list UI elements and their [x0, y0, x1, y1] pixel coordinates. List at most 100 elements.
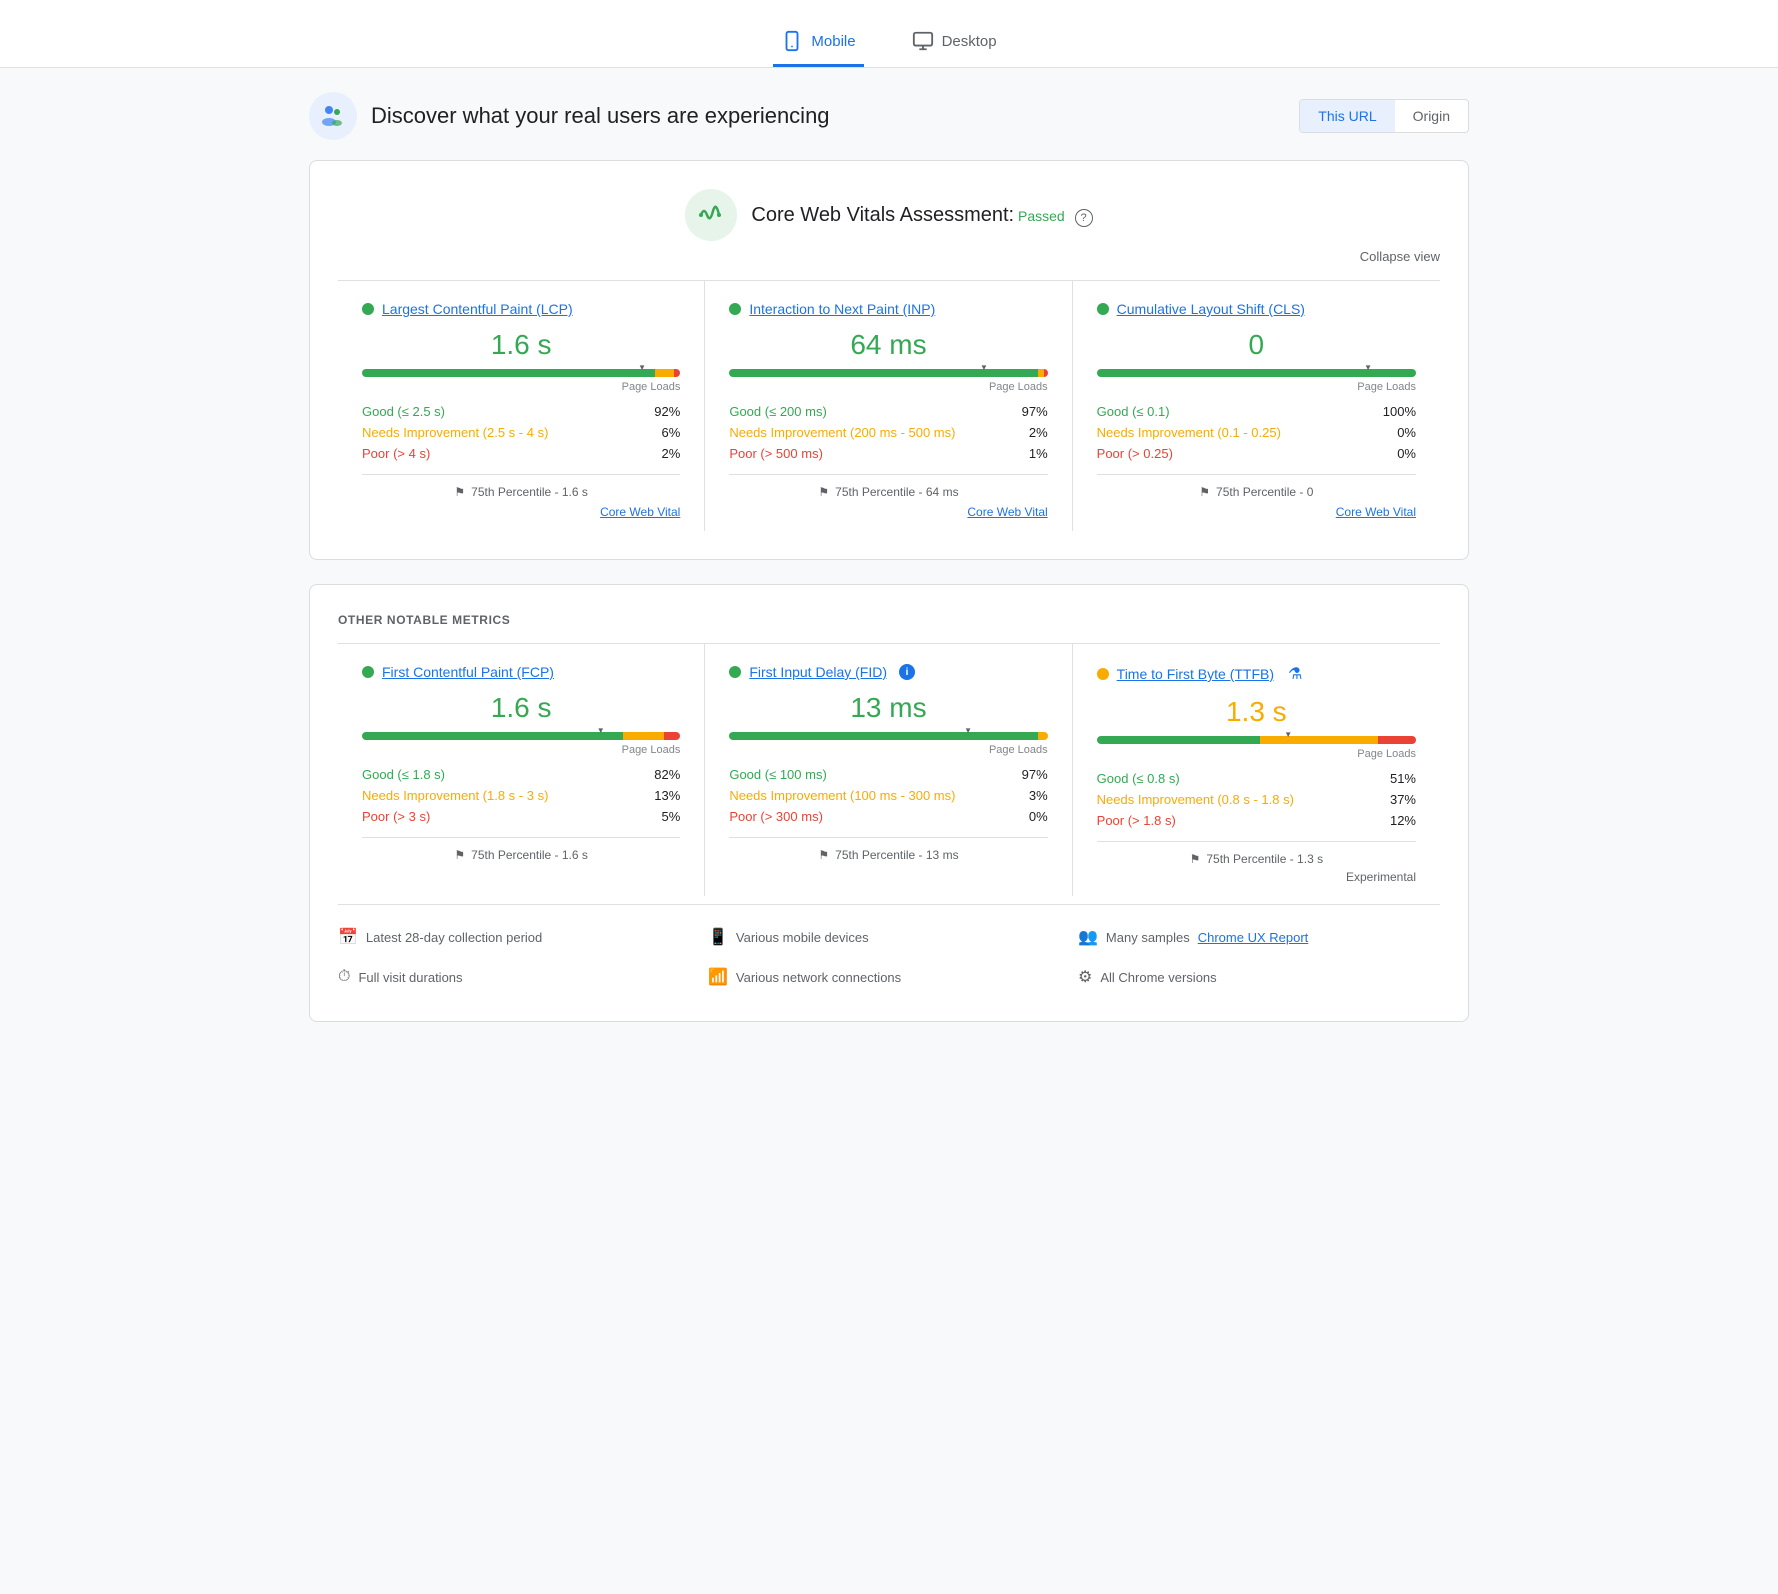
fcp-stat-poor: Poor (> 3 s) 5% — [362, 806, 680, 827]
fid-info-icon[interactable]: i — [899, 664, 915, 680]
inp-good-label: Good (≤ 200 ms) — [729, 404, 826, 419]
cls-name[interactable]: Cumulative Layout Shift (CLS) — [1117, 301, 1305, 317]
ttfb-experimental-label: Experimental — [1097, 870, 1416, 884]
ttfb-stats: Good (≤ 0.8 s) 51% Needs Improvement (0.… — [1097, 768, 1416, 831]
lcp-bar-good — [362, 369, 655, 377]
inp-stat-poor: Poor (> 500 ms) 1% — [729, 443, 1047, 464]
ttfb-poor-label: Poor (> 1.8 s) — [1097, 813, 1176, 828]
lcp-needs-pct: 6% — [662, 425, 681, 440]
lcp-stats: Good (≤ 2.5 s) 92% Needs Improvement (2.… — [362, 401, 680, 464]
inp-stat-needs: Needs Improvement (200 ms - 500 ms) 2% — [729, 422, 1047, 443]
fcp-bar-good — [362, 732, 623, 740]
network-icon: 📶 — [708, 967, 728, 987]
inp-needs-pct: 2% — [1029, 425, 1048, 440]
fid-percentile: ⚑ 75th Percentile - 13 ms — [729, 837, 1047, 862]
ttfb-value: 1.3 s — [1097, 696, 1416, 728]
ttfb-good-pct: 51% — [1390, 771, 1416, 786]
inp-progress-bar — [729, 369, 1047, 377]
cls-good-pct: 100% — [1383, 404, 1416, 419]
lcp-needs-label: Needs Improvement (2.5 s - 4 s) — [362, 425, 548, 440]
ttfb-name[interactable]: Time to First Byte (TTFB) — [1117, 666, 1274, 682]
this-url-button[interactable]: This URL — [1300, 100, 1394, 132]
core-metrics-grid: Largest Contentful Paint (LCP) 1.6 s Pag… — [338, 280, 1440, 531]
header-left: Discover what your real users are experi… — [309, 92, 830, 140]
mobile-icon — [781, 30, 803, 52]
help-icon[interactable]: ? — [1075, 209, 1093, 227]
metric-fid: First Input Delay (FID) i 13 ms Page Loa… — [705, 644, 1072, 896]
lcp-marker — [637, 365, 647, 381]
cls-stat-good: Good (≤ 0.1) 100% — [1097, 401, 1416, 422]
fid-bar-needs — [1038, 732, 1048, 740]
timer-icon: ⏱ — [338, 968, 350, 986]
ttfb-percentile: ⚑ 75th Percentile - 1.3 s — [1097, 841, 1416, 866]
assessment-header: Core Web Vitals Assessment: Passed ? — [338, 189, 1440, 241]
tab-mobile[interactable]: Mobile — [773, 18, 863, 67]
cls-status-dot — [1097, 303, 1109, 315]
fcp-bar-needs — [623, 732, 664, 740]
assessment-status: Passed — [1018, 208, 1065, 224]
inp-needs-label: Needs Improvement (200 ms - 500 ms) — [729, 425, 955, 440]
ttfb-bar-needs — [1260, 736, 1378, 744]
lcp-cwv-link-container: Core Web Vital — [362, 505, 680, 519]
cls-stats: Good (≤ 0.1) 100% Needs Improvement (0.1… — [1097, 401, 1416, 464]
mobile-devices-icon: 📱 — [708, 927, 728, 947]
ttfb-stat-poor: Poor (> 1.8 s) 12% — [1097, 810, 1416, 831]
fcp-stat-needs: Needs Improvement (1.8 s - 3 s) 13% — [362, 785, 680, 806]
inp-percentile-value: 75th Percentile - 64 ms — [835, 485, 958, 499]
fcp-page-loads: Page Loads — [362, 744, 680, 756]
ttfb-percentile-value: 75th Percentile - 1.3 s — [1206, 852, 1323, 866]
fid-stat-poor: Poor (> 300 ms) 0% — [729, 806, 1047, 827]
cls-stat-needs: Needs Improvement (0.1 - 0.25) 0% — [1097, 422, 1416, 443]
cls-stat-poor: Poor (> 0.25) 0% — [1097, 443, 1416, 464]
ttfb-progress-bar — [1097, 736, 1416, 744]
core-web-vitals-card: Core Web Vitals Assessment: Passed ? Col… — [309, 160, 1469, 560]
inp-value: 64 ms — [729, 329, 1047, 361]
fcp-needs-pct: 13% — [654, 788, 680, 803]
metric-fcp: First Contentful Paint (FCP) 1.6 s Page … — [338, 644, 705, 896]
chrome-ux-report-link[interactable]: Chrome UX Report — [1198, 930, 1309, 945]
fcp-poor-pct: 5% — [662, 809, 681, 824]
ttfb-stat-good: Good (≤ 0.8 s) 51% — [1097, 768, 1416, 789]
page-title: Discover what your real users are experi… — [371, 103, 830, 129]
metric-fcp-label: First Contentful Paint (FCP) — [362, 664, 680, 680]
tab-mobile-label: Mobile — [811, 33, 855, 50]
lcp-name[interactable]: Largest Contentful Paint (LCP) — [382, 301, 573, 317]
cls-cwv-link[interactable]: Core Web Vital — [1336, 505, 1416, 519]
metric-cls-label: Cumulative Layout Shift (CLS) — [1097, 301, 1416, 317]
fid-name[interactable]: First Input Delay (FID) — [749, 664, 887, 680]
fcp-bar-poor — [664, 732, 680, 740]
footer-visit-durations: ⏱ Full visit durations — [338, 961, 700, 993]
fcp-needs-label: Needs Improvement (1.8 s - 3 s) — [362, 788, 548, 803]
users-footer-icon: 👥 — [1078, 927, 1098, 947]
users-icon — [317, 100, 349, 132]
lcp-bar-container — [362, 369, 680, 377]
fcp-name[interactable]: First Contentful Paint (FCP) — [382, 664, 554, 680]
lcp-status-dot — [362, 303, 374, 315]
inp-cwv-link[interactable]: Core Web Vital — [967, 505, 1047, 519]
fcp-progress-bar — [362, 732, 680, 740]
inp-bar-container — [729, 369, 1047, 377]
footer-mobile-devices: 📱 Various mobile devices — [708, 921, 1070, 953]
cls-needs-label: Needs Improvement (0.1 - 0.25) — [1097, 425, 1281, 440]
mobile-devices-text: Various mobile devices — [736, 930, 869, 945]
other-metrics-grid: First Contentful Paint (FCP) 1.6 s Page … — [338, 643, 1440, 896]
header-bar: Discover what your real users are experi… — [309, 92, 1469, 140]
origin-button[interactable]: Origin — [1395, 100, 1468, 132]
tab-desktop[interactable]: Desktop — [904, 18, 1005, 67]
cls-cwv-link-container: Core Web Vital — [1097, 505, 1416, 519]
inp-name[interactable]: Interaction to Next Paint (INP) — [749, 301, 935, 317]
inp-page-loads: Page Loads — [729, 381, 1047, 393]
fid-progress-bar — [729, 732, 1047, 740]
cls-percentile-value: 75th Percentile - 0 — [1216, 485, 1313, 499]
lcp-cwv-link[interactable]: Core Web Vital — [600, 505, 680, 519]
metric-fid-label: First Input Delay (FID) i — [729, 664, 1047, 680]
collapse-link[interactable]: Collapse view — [1360, 249, 1440, 264]
fcp-good-label: Good (≤ 1.8 s) — [362, 767, 445, 782]
cls-value: 0 — [1097, 329, 1416, 361]
ttfb-status-dot — [1097, 668, 1109, 680]
fid-needs-pct: 3% — [1029, 788, 1048, 803]
network-connections-text: Various network connections — [736, 970, 901, 985]
inp-cwv-link-container: Core Web Vital — [729, 505, 1047, 519]
cls-poor-pct: 0% — [1397, 446, 1416, 461]
ttfb-needs-pct: 37% — [1390, 792, 1416, 807]
